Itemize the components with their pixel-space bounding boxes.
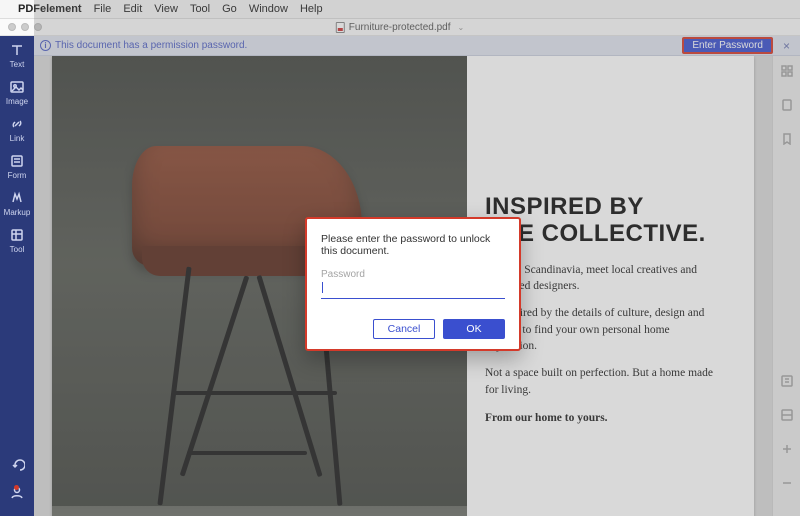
sidebar-item-tool[interactable]: Tool [9,227,25,254]
sidebar-label: Markup [4,208,31,217]
sidebar-item-markup[interactable]: Markup [4,190,31,217]
sidebar-item-form[interactable]: Form [8,153,27,180]
sidebar-undo[interactable] [9,458,25,474]
link-icon [9,116,25,132]
text-caret-icon [322,282,323,293]
sidebar-item-image[interactable]: Image [6,79,28,106]
left-sidebar: Text Image Link Form Markup Tool [0,36,34,516]
password-dialog: Please enter the password to unlock this… [305,217,521,351]
ok-button[interactable]: OK [443,319,505,339]
minimize-window-icon[interactable] [21,23,29,31]
dialog-prompt: Please enter the password to unlock this… [321,233,505,257]
sidebar-label: Link [10,134,25,143]
undo-icon [9,458,25,474]
sidebar-label: Image [6,97,28,106]
text-icon [9,42,25,58]
password-input[interactable] [321,282,505,299]
sidebar-label: Tool [10,245,25,254]
markup-icon [9,190,25,206]
close-window-icon[interactable] [8,23,16,31]
sidebar-item-text[interactable]: Text [9,42,25,69]
form-icon [9,153,25,169]
cancel-button[interactable]: Cancel [373,319,435,339]
tool-icon [9,227,25,243]
password-label: Password [321,269,505,280]
sidebar-account[interactable] [9,484,25,500]
sidebar-item-link[interactable]: Link [9,116,25,143]
sidebar-label: Form [8,171,27,180]
sidebar-label: Text [10,60,25,69]
notification-dot-icon [14,485,19,490]
image-icon [9,79,25,95]
